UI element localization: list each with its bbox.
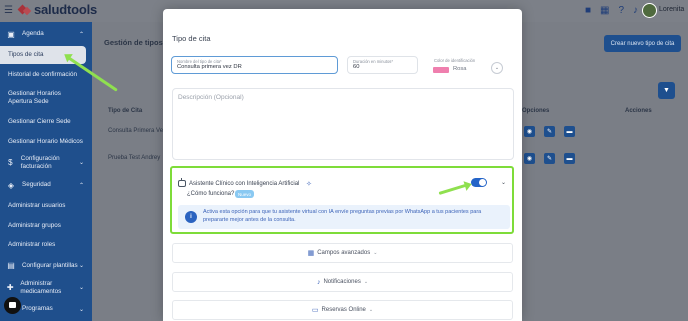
chevron-down-icon: ⌄ bbox=[78, 263, 84, 269]
description-textarea[interactable]: Descripción (Opcional) bbox=[172, 88, 514, 160]
video-icon[interactable]: ■ bbox=[585, 5, 591, 16]
color-label: Color de identificación bbox=[434, 58, 476, 63]
avatar[interactable] bbox=[642, 3, 657, 18]
chevron-down-icon: ⌄ bbox=[373, 250, 378, 256]
sidebar-item-seguridad[interactable]: ◈ Seguridad ⌃ bbox=[0, 180, 86, 190]
help-icon[interactable]: ? bbox=[618, 5, 624, 16]
shield-icon: ◈ bbox=[7, 180, 15, 190]
ai-assistant-title: Asistente Clínico con Inteligencia Artif… bbox=[189, 181, 300, 187]
ai-info-text: Activa esta opción para que tu asistente… bbox=[203, 209, 482, 223]
user-name[interactable]: Lorenita bbox=[659, 6, 684, 13]
color-swatch bbox=[433, 67, 449, 73]
view-icon[interactable]: ◉ bbox=[524, 126, 535, 137]
sidebar-item-cierre-sede[interactable]: Gestionar Cierre Sede bbox=[0, 117, 86, 127]
how-it-works-link[interactable]: ¿Cómo funciona? bbox=[187, 191, 234, 197]
column-header-options: Opciones bbox=[522, 108, 550, 114]
calendar-icon: ▣ bbox=[7, 29, 15, 39]
edit-icon[interactable]: ✎ bbox=[544, 153, 555, 164]
chevron-down-icon: ⌄ bbox=[363, 279, 369, 285]
monitor-icon: ▭ bbox=[311, 307, 319, 314]
trash-icon[interactable]: ▬ bbox=[564, 126, 575, 137]
online-booking-label: Reservas Online bbox=[321, 307, 366, 313]
page-title: Gestión de tipos d bbox=[104, 38, 170, 47]
create-appointment-type-button[interactable]: Crear nuevo tipo de cita bbox=[604, 35, 681, 52]
color-select[interactable]: Color de identificación Rosa ⌄ bbox=[429, 56, 509, 83]
filter-icon[interactable]: ▼ bbox=[658, 82, 675, 99]
appointment-type-name-field[interactable]: Nombre del tipo de cita* Consulta primer… bbox=[171, 56, 338, 74]
chevron-down-icon: ⌄ bbox=[368, 307, 374, 313]
bell-icon[interactable]: ♪ bbox=[633, 5, 638, 16]
sidebar-item-plantillas[interactable]: ▤ Configurar plantillas ⌄ bbox=[0, 257, 86, 274]
description-placeholder: Descripción (Opcional) bbox=[178, 94, 244, 101]
sidebar-item-horarios-sede[interactable]: Gestionar Horarios Apertura Sede bbox=[0, 89, 86, 106]
online-booking-section[interactable]: ▭ Reservas Online ⌄ bbox=[172, 300, 513, 320]
modal-title: Tipo de cita bbox=[172, 34, 211, 43]
sidebar-item-agenda[interactable]: ▣ Agenda ⌃ bbox=[0, 28, 86, 40]
sparkle-icon: ✧ bbox=[306, 181, 312, 188]
chevron-down-icon[interactable]: ⌄ bbox=[501, 179, 506, 186]
bell-icon: ♪ bbox=[316, 278, 321, 286]
table-row: Consulta Primera Ve bbox=[108, 128, 164, 134]
column-header-type: Tipo de Cita bbox=[108, 108, 143, 114]
sidebar-item-medicamentos[interactable]: ✚ Administrar medicamentos ⌄ bbox=[0, 279, 86, 296]
sidebar-item-horario-medicos[interactable]: Gestionar Horario Médicos bbox=[0, 137, 86, 147]
edit-icon[interactable]: ✎ bbox=[544, 126, 555, 137]
calendar-icon: ▦ bbox=[307, 250, 315, 257]
robot-icon bbox=[178, 178, 186, 187]
top-icons: ■ ▦ ? ♪ bbox=[585, 5, 638, 16]
table-row: Prueba Test Andrey bbox=[108, 155, 161, 161]
chevron-down-icon: ⌄ bbox=[78, 160, 84, 166]
info-icon: i bbox=[185, 211, 197, 223]
trash-icon[interactable]: ▬ bbox=[564, 153, 575, 164]
chevron-up-icon: ⌃ bbox=[78, 31, 84, 38]
calendar-icon[interactable]: ▦ bbox=[600, 5, 609, 16]
ai-assistant-toggle[interactable] bbox=[471, 178, 487, 187]
sidebar-item-roles[interactable]: Administrar roles bbox=[0, 240, 86, 250]
sidebar-item-usuarios[interactable]: Administrar usuarios bbox=[0, 201, 86, 211]
notifications-section[interactable]: ♪ Notificaciones ⌄ bbox=[172, 272, 513, 292]
ai-assistant-section: Asistente Clínico con Inteligencia Artif… bbox=[170, 166, 514, 234]
appointment-type-modal: Tipo de cita Nombre del tipo de cita* Co… bbox=[163, 9, 522, 321]
new-badge: Nuevo bbox=[235, 190, 255, 198]
duration-value[interactable]: 60 bbox=[353, 64, 359, 70]
pill-icon: ✚ bbox=[6, 283, 14, 292]
duration-field[interactable]: Duración en minutos* 60 bbox=[347, 56, 418, 74]
sidebar-item-historial[interactable]: Historial de confirmación bbox=[0, 70, 86, 80]
chevron-up-icon: ⌃ bbox=[78, 182, 84, 189]
sidebar: ▣ Agenda ⌃ Tipos de cita Historial de co… bbox=[0, 22, 92, 321]
hamburger-menu-icon[interactable]: ☰ bbox=[4, 5, 13, 16]
notifications-label: Notificaciones bbox=[323, 279, 361, 285]
sidebar-item-facturacion[interactable]: $ Configuración facturación ⌄ bbox=[0, 154, 86, 171]
sidebar-item-grupos[interactable]: Administrar grupos bbox=[0, 221, 86, 231]
brand-name: saludtools bbox=[34, 2, 98, 17]
name-value[interactable]: Consulta primera vez DR bbox=[177, 64, 242, 70]
advanced-fields-label: Campos avanzados bbox=[317, 250, 371, 256]
ai-info-panel: i Activa esta opción para que tu asisten… bbox=[178, 205, 510, 229]
logo-mark-icon bbox=[18, 3, 32, 17]
chat-icon[interactable] bbox=[4, 297, 21, 314]
color-value: Rosa bbox=[453, 66, 467, 72]
chevron-down-icon: ⌄ bbox=[78, 285, 84, 291]
money-icon: $ bbox=[8, 158, 13, 167]
chevron-down-icon: ⌄ bbox=[78, 306, 84, 313]
column-header-actions: Acciones bbox=[625, 108, 652, 114]
brand-logo: saludtools bbox=[18, 2, 97, 17]
chevron-down-icon[interactable]: ⌄ bbox=[491, 62, 503, 74]
template-icon: ▤ bbox=[7, 261, 15, 270]
advanced-fields-section[interactable]: ▦ Campos avanzados ⌄ bbox=[172, 243, 513, 263]
view-icon[interactable]: ◉ bbox=[524, 153, 535, 164]
